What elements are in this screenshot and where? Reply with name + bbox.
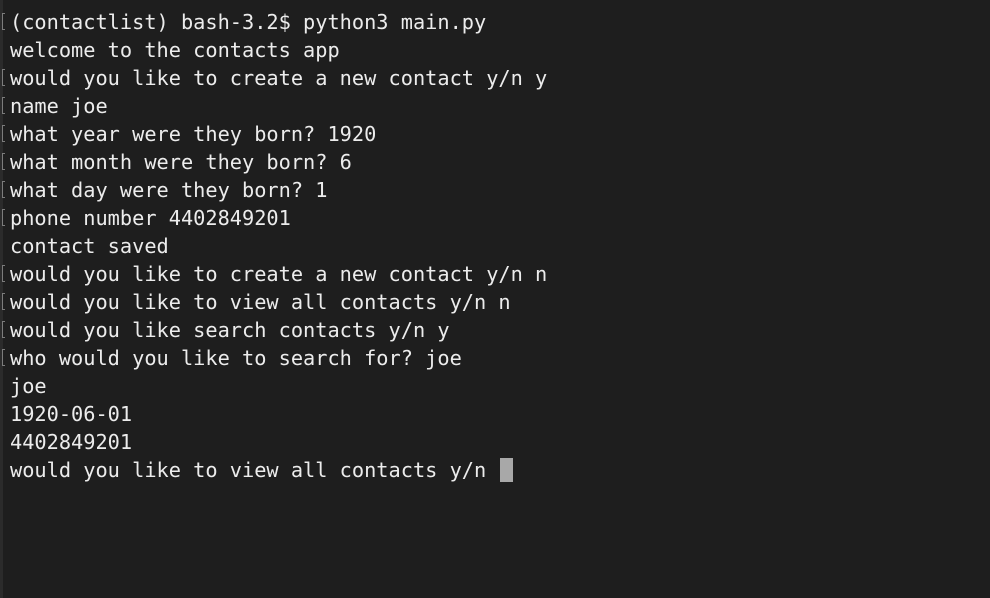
line-text: 4402849201 — [10, 430, 133, 454]
mark-bracket — [2, 69, 5, 86]
terminal-window[interactable]: (contactlist) bash-3.2$ python3 main.py … — [0, 0, 990, 598]
line-text: would you like to create a new contact y… — [10, 262, 548, 286]
line-text: who would you like to search for? joe — [10, 346, 462, 370]
terminal-line: what year were they born? 1920 — [2, 120, 980, 148]
line-text: would you like search contacts y/n y — [10, 318, 450, 342]
text-cursor — [500, 458, 514, 482]
line-text: what month were they born? 6 — [10, 150, 352, 174]
line-text: contact saved — [10, 234, 169, 258]
terminal-line: would you like to create a new contact y… — [2, 64, 980, 92]
line-text: name joe — [10, 94, 108, 118]
terminal-line: who would you like to search for? joe — [2, 344, 980, 372]
terminal-line: contact saved — [10, 232, 980, 260]
terminal-line: name joe — [2, 92, 980, 120]
mark-bracket — [2, 13, 5, 30]
mark-bracket — [2, 349, 5, 366]
terminal-line: joe — [10, 372, 980, 400]
terminal-input-line[interactable]: would you like to view all contacts y/n — [10, 456, 980, 484]
mark-bracket — [2, 209, 5, 226]
terminal-line: what day were they born? 1 — [2, 176, 980, 204]
terminal-line: what month were they born? 6 — [2, 148, 980, 176]
terminal-line: 4402849201 — [10, 428, 980, 456]
line-text: (contactlist) bash-3.2$ python3 main.py — [10, 10, 487, 34]
line-text: what year were they born? 1920 — [10, 122, 377, 146]
mark-bracket — [2, 293, 5, 310]
terminal-line: 1920-06-01 — [10, 400, 980, 428]
line-text: welcome to the contacts app — [10, 38, 340, 62]
prompt-text: would you like to view all contacts y/n — [10, 458, 499, 482]
terminal-output: (contactlist) bash-3.2$ python3 main.py … — [2, 8, 980, 484]
mark-bracket — [2, 125, 5, 142]
line-text: joe — [10, 374, 47, 398]
line-text: phone number 4402849201 — [10, 206, 291, 230]
line-text: would you like to view all contacts y/n … — [10, 290, 511, 314]
line-text: 1920-06-01 — [10, 402, 133, 426]
mark-bracket — [2, 321, 5, 338]
line-text: would you like to create a new contact y… — [10, 66, 548, 90]
mark-bracket — [2, 265, 5, 282]
terminal-line: welcome to the contacts app — [10, 36, 980, 64]
terminal-line: would you like to create a new contact y… — [2, 260, 980, 288]
terminal-line: would you like search contacts y/n y — [2, 316, 980, 344]
mark-bracket — [2, 153, 5, 170]
line-text: what day were they born? 1 — [10, 178, 328, 202]
terminal-line: would you like to view all contacts y/n … — [2, 288, 980, 316]
mark-bracket — [2, 181, 5, 198]
mark-bracket — [2, 97, 5, 114]
terminal-line: (contactlist) bash-3.2$ python3 main.py — [2, 8, 980, 36]
terminal-line: phone number 4402849201 — [2, 204, 980, 232]
